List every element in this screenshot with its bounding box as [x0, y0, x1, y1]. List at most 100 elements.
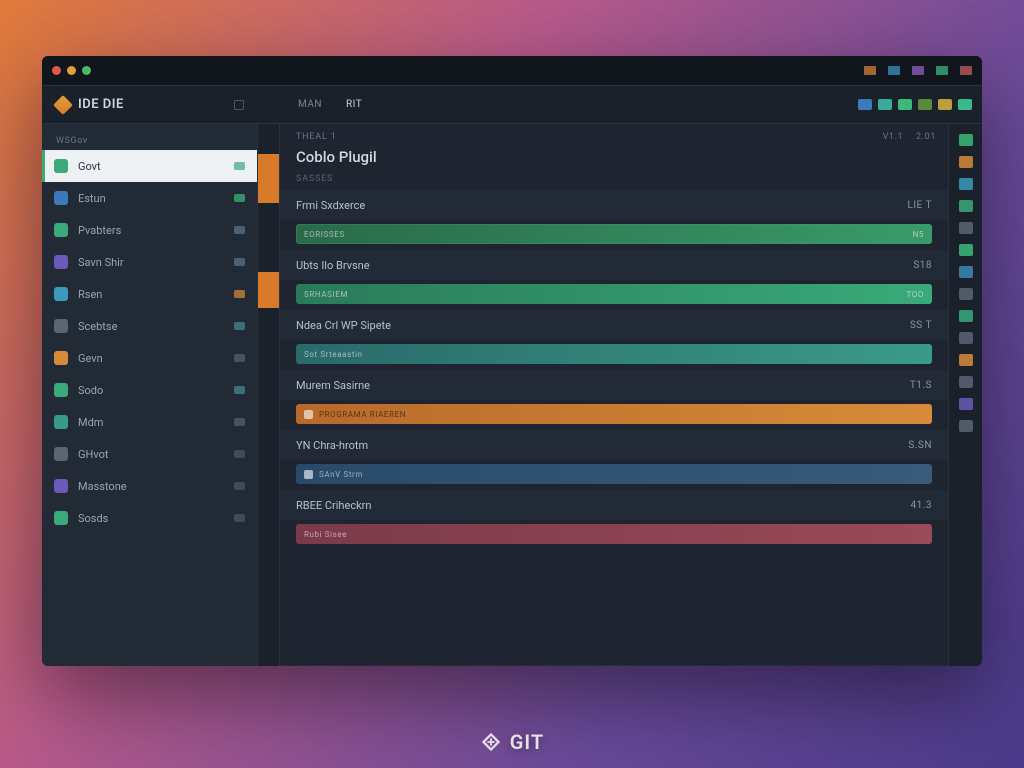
- sidebar-item-label: Sosds: [78, 512, 108, 525]
- row-group: YN Chra-hrotmS.SN SAnV Strm: [280, 430, 948, 486]
- row-value: 41.3: [911, 500, 933, 511]
- sidebar-item-tail-icon: [234, 258, 245, 266]
- row-progress-bar[interactable]: Sot Srteaastin: [296, 344, 932, 364]
- sidebar-item-label: GHvot: [78, 448, 108, 461]
- rail-icon[interactable]: [959, 134, 973, 146]
- link-icon[interactable]: [918, 99, 932, 110]
- accent-segment: [258, 203, 279, 273]
- sidebar-item-label: Estun: [78, 192, 106, 205]
- rail-icon[interactable]: [959, 354, 973, 366]
- row-head[interactable]: Ndea Crl WP SipeteSS T: [280, 310, 948, 340]
- window-maximize-button[interactable]: [82, 66, 91, 75]
- sidebar-item-tail-icon: [234, 386, 245, 394]
- bar-label: EORISSES: [304, 230, 345, 239]
- sidebar-item-savn-shir[interactable]: Savn Shir: [42, 246, 257, 278]
- folder-icon[interactable]: [858, 99, 872, 110]
- sidebar-item-govt[interactable]: Govt: [42, 150, 257, 182]
- sidebar-item-masstone[interactable]: Masstone: [42, 470, 257, 502]
- row-group: Murem SasirneT1.S PROGRAMA RIAEREN: [280, 370, 948, 426]
- row-head[interactable]: Murem SasirneT1.S: [280, 370, 948, 400]
- sidebar-item-ghvot[interactable]: GHvot: [42, 438, 257, 470]
- sidebar-item-estun[interactable]: Estun: [42, 182, 257, 214]
- row-progress-bar[interactable]: Rubi Sisee: [296, 524, 932, 544]
- row-progress-bar[interactable]: SAnV Strm: [296, 464, 932, 484]
- rail-icon[interactable]: [959, 266, 973, 278]
- sidebar-item-tail-icon: [234, 354, 245, 362]
- accent-segment: [258, 308, 279, 666]
- sidebar-item-pvabters[interactable]: Pvabters: [42, 214, 257, 246]
- grid-icon[interactable]: [938, 99, 952, 110]
- bar-chip-icon: [304, 410, 313, 419]
- bar-value: TOO: [907, 290, 924, 299]
- rail-icon[interactable]: [959, 332, 973, 344]
- sidebar-item-label: Mdm: [78, 416, 103, 429]
- rail-icon[interactable]: [959, 178, 973, 190]
- sidebar-item-label: Savn Shir: [78, 256, 124, 269]
- row-head[interactable]: Frmi SxdxerceLIE T: [280, 190, 948, 220]
- rail-icon[interactable]: [959, 200, 973, 212]
- panel-icon[interactable]: [898, 99, 912, 110]
- titlebar-icon[interactable]: [936, 66, 948, 75]
- row-value: SS T: [910, 320, 932, 331]
- meta-values: V1.1 2.01: [873, 132, 936, 142]
- sidebar-item-icon: [54, 159, 68, 173]
- titlebar-icon[interactable]: [888, 66, 900, 75]
- play-icon[interactable]: [958, 99, 972, 110]
- sidebar-item-sodo[interactable]: Sodo: [42, 374, 257, 406]
- sidebar-item-sosds[interactable]: Sosds: [42, 502, 257, 534]
- row-group: RBEE Criheckrn41.3 Rubi Sisee: [280, 490, 948, 546]
- tab-rit[interactable]: RIT: [336, 95, 372, 114]
- row-progress-bar[interactable]: SRHASIEMTOO: [296, 284, 932, 304]
- row-head[interactable]: YN Chra-hrotmS.SN: [280, 430, 948, 460]
- brand-icon: [53, 95, 73, 115]
- sync-icon[interactable]: [878, 99, 892, 110]
- rail-icon[interactable]: [959, 398, 973, 410]
- row-progress-bar[interactable]: EORISSES N5: [296, 224, 932, 244]
- right-rail: [948, 124, 982, 666]
- row-progress-bar[interactable]: PROGRAMA RIAEREN: [296, 404, 932, 424]
- row-title: Murem Sasirne: [296, 379, 370, 392]
- brand-toggle-icon[interactable]: [234, 100, 244, 110]
- sidebar-item-scebtse[interactable]: Scebtse: [42, 310, 257, 342]
- rail-icon[interactable]: [959, 376, 973, 388]
- brand: IDE DIE: [42, 97, 258, 112]
- footer-brand: GIT: [0, 730, 1024, 754]
- bar-value: N5: [913, 230, 924, 239]
- row-group: Ubts Ilo BrvsneS18 SRHASIEMTOO: [280, 250, 948, 306]
- sidebar-item-label: Govt: [78, 160, 101, 173]
- rail-icon[interactable]: [959, 244, 973, 256]
- tab-man[interactable]: MAN: [288, 95, 332, 114]
- body: WSGov GovtEstunPvabtersSavn ShirRsenSceb…: [42, 124, 982, 666]
- rail-icon[interactable]: [959, 288, 973, 300]
- row-head[interactable]: RBEE Criheckrn41.3: [280, 490, 948, 520]
- footer-label: GIT: [510, 730, 544, 754]
- brand-label: IDE DIE: [78, 97, 124, 112]
- window-minimize-button[interactable]: [67, 66, 76, 75]
- window-close-button[interactable]: [52, 66, 61, 75]
- sidebar-item-tail-icon: [234, 514, 245, 522]
- meta-left: V1.1: [883, 132, 904, 142]
- rail-icon[interactable]: [959, 310, 973, 322]
- sidebar: WSGov GovtEstunPvabtersSavn ShirRsenSceb…: [42, 124, 258, 666]
- sidebar-item-label: Masstone: [78, 480, 127, 493]
- rail-icon[interactable]: [959, 420, 973, 432]
- sidebar-item-rsen[interactable]: Rsen: [42, 278, 257, 310]
- content: V1.1 2.01 THEAL 1 Coblo Plugil SASSES Fr…: [280, 124, 948, 666]
- rail-icon[interactable]: [959, 156, 973, 168]
- sidebar-item-mdm[interactable]: Mdm: [42, 406, 257, 438]
- row-head[interactable]: Ubts Ilo BrvsneS18: [280, 250, 948, 280]
- rail-icon[interactable]: [959, 222, 973, 234]
- sidebar-item-label: Gevn: [78, 352, 103, 365]
- titlebar-icon[interactable]: [960, 66, 972, 75]
- sidebar-item-icon: [54, 319, 68, 333]
- app-window: IDE DIE MANRIT WSGov GovtEstunPvabtersSa…: [42, 56, 982, 666]
- titlebar-icon[interactable]: [864, 66, 876, 75]
- sidebar-item-label: Rsen: [78, 288, 102, 301]
- row-title: Ubts Ilo Brvsne: [296, 259, 370, 272]
- accent-segment: [258, 272, 279, 308]
- titlebar-icon[interactable]: [912, 66, 924, 75]
- row-value: LIE T: [907, 200, 932, 211]
- sub-label: SASSES: [280, 172, 948, 190]
- sidebar-item-gevn[interactable]: Gevn: [42, 342, 257, 374]
- sidebar-item-icon: [54, 415, 68, 429]
